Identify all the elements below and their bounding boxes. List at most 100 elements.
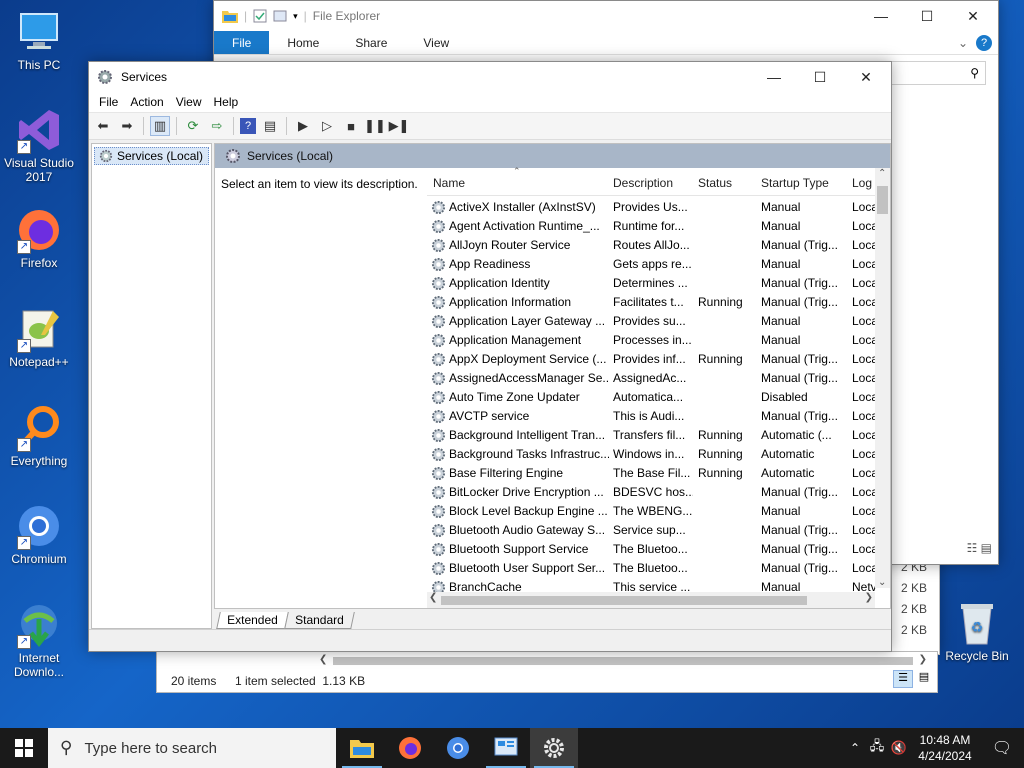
column-log-on-as[interactable]: Log	[852, 176, 872, 190]
network-icon[interactable]: 🖧	[866, 737, 888, 759]
refresh-icon[interactable]: ⟳	[183, 116, 203, 136]
desktop-icon-firefox[interactable]: ↗ Firefox	[0, 206, 78, 270]
desktop-icon-recycle-bin[interactable]: ♻ Recycle Bin	[940, 600, 1014, 663]
taskbar-firefox[interactable]	[386, 728, 434, 768]
scroll-thumb[interactable]	[441, 596, 807, 605]
desktop-icon-chromium[interactable]: ↗ Chromium	[0, 502, 78, 566]
forward-icon[interactable]: ➡	[117, 116, 137, 136]
close-button[interactable]: ✕	[843, 62, 889, 92]
close-button[interactable]: ✕	[950, 1, 996, 31]
table-row[interactable]: Application Layer Gateway ... Provides su…	[427, 312, 878, 331]
scroll-down-icon[interactable]: ⌄	[878, 577, 886, 588]
table-row[interactable]: ActiveX Installer (AxInstSV) Provides Us.…	[427, 198, 878, 217]
table-row[interactable]: Background Intelligent Tran... Transfers …	[427, 426, 878, 445]
start-button[interactable]	[0, 728, 48, 768]
taskbar-chromium[interactable]	[434, 728, 482, 768]
scroll-up-icon[interactable]: ⌃	[878, 168, 886, 179]
desktop-icon-label: This PC	[17, 58, 61, 72]
explorer-titlebar: | ▾ | File Explorer — ☐ ✕	[214, 1, 998, 31]
search-box[interactable]: ⚲	[886, 61, 986, 85]
clock[interactable]: 10:48 AM 4/24/2024	[910, 732, 980, 764]
show-hidden-icons-icon[interactable]: ⌃	[844, 741, 866, 755]
maximize-button[interactable]: ☐	[797, 62, 843, 92]
minimize-button[interactable]: —	[751, 62, 797, 92]
start-service-icon[interactable]: ▶	[293, 116, 313, 136]
desktop-icon-notepadpp[interactable]: ↗ Notepad++	[0, 305, 78, 369]
table-row[interactable]: Bluetooth Support Service The Bluetoo... M…	[427, 540, 878, 559]
table-row[interactable]: App Readiness Gets apps re... Manual Loca	[427, 255, 878, 274]
minimize-button[interactable]: —	[858, 1, 904, 31]
desktop-icon-visual-studio[interactable]: ↗ Visual Studio 2017	[0, 106, 78, 184]
cell-name: Block Level Backup Engine ...	[449, 504, 608, 518]
qat-dropdown-icon[interactable]: ▾	[293, 11, 298, 22]
explorer-hscroll[interactable]: ❮ ❯	[317, 654, 929, 668]
large-icons-view-button[interactable]: ▤	[915, 670, 933, 688]
back-icon[interactable]: ⬅	[93, 116, 113, 136]
ribbon-expand-icon[interactable]: ⌄	[958, 31, 976, 54]
scroll-right-icon[interactable]: ❯	[919, 654, 927, 665]
scroll-thumb[interactable]	[877, 186, 888, 214]
menu-help[interactable]: Help	[208, 95, 245, 109]
tab-extended[interactable]: Extended	[216, 611, 289, 629]
taskbar-search[interactable]: ⚲ Type here to search	[48, 728, 336, 768]
notifications-icon[interactable]: 🗨	[980, 738, 1024, 758]
table-row[interactable]: AppX Deployment Service (... Provides inf…	[427, 350, 878, 369]
scroll-thumb[interactable]	[333, 657, 913, 665]
console-tree-icon[interactable]: ▥	[150, 116, 170, 136]
new-folder-icon[interactable]	[273, 9, 287, 23]
scroll-right-icon[interactable]: ❯	[865, 592, 873, 603]
desktop-icon-internet-download[interactable]: ↗ Internet Downlo...	[0, 601, 78, 679]
table-row[interactable]: Block Level Backup Engine ... The WBENG..…	[427, 502, 878, 521]
table-row[interactable]: Agent Activation Runtime_... Runtime for.…	[427, 217, 878, 236]
volume-muted-icon[interactable]: 🔇	[888, 740, 910, 756]
horizontal-scrollbar[interactable]: ❮ ❯	[427, 592, 875, 608]
taskbar-file-explorer[interactable]	[338, 728, 386, 768]
start-service-alt-icon[interactable]: ▷	[317, 116, 337, 136]
taskbar-services[interactable]	[530, 728, 578, 768]
table-row[interactable]: Bluetooth Audio Gateway S... Service sup.…	[427, 521, 878, 540]
details-view-button[interactable]: ☰	[893, 670, 913, 688]
table-row[interactable]: BitLocker Drive Encryption ... BDESVC hos…	[427, 483, 878, 502]
properties-icon[interactable]: ▤	[260, 116, 280, 136]
scroll-left-icon[interactable]: ❮	[319, 654, 327, 665]
table-row[interactable]: Bluetooth User Support Ser... The Bluetoo…	[427, 559, 878, 578]
stop-service-icon[interactable]: ■	[341, 116, 361, 136]
tab-share[interactable]: Share	[337, 31, 405, 54]
menu-action[interactable]: Action	[124, 95, 169, 109]
taskbar-control-panel[interactable]	[482, 728, 530, 768]
menu-file[interactable]: File	[93, 95, 124, 109]
column-status[interactable]: Status	[698, 176, 732, 190]
table-row[interactable]: Application Information Facilitates t... R…	[427, 293, 878, 312]
desktop-icon-this-pc[interactable]: This PC	[0, 8, 78, 72]
menu-view[interactable]: View	[170, 95, 208, 109]
vertical-scrollbar[interactable]: ⌃ ⌄	[875, 168, 890, 588]
column-startup-type[interactable]: Startup Type	[761, 176, 829, 190]
maximize-button[interactable]: ☐	[904, 1, 950, 31]
help-icon[interactable]: ?	[240, 118, 256, 134]
cell-description: The Base Fil...	[613, 466, 691, 480]
export-list-icon[interactable]: ⇨	[207, 116, 227, 136]
table-row[interactable]: Background Tasks Infrastruc... Windows in…	[427, 445, 878, 464]
table-row[interactable]: Application Management Processes in... Man…	[427, 331, 878, 350]
help-icon[interactable]: ?	[976, 35, 992, 51]
view-toggle[interactable]: ☷ ▤	[967, 541, 992, 555]
properties-icon[interactable]	[253, 9, 267, 23]
table-row[interactable]: Auto Time Zone Updater Automatica... Disab…	[427, 388, 878, 407]
tree-item-services-local[interactable]: Services (Local)	[94, 147, 209, 165]
cell-startup-type: Manual (Trig...	[761, 485, 838, 499]
table-row[interactable]: AVCTP service This is Audi... Manual (Trig…	[427, 407, 878, 426]
column-name[interactable]: Name	[433, 176, 465, 190]
tab-standard[interactable]: Standard	[283, 611, 355, 629]
tab-view[interactable]: View	[405, 31, 467, 54]
tab-file[interactable]: File	[214, 31, 270, 54]
tab-home[interactable]: Home	[269, 31, 337, 54]
table-row[interactable]: AssignedAccessManager Se... AssignedAc...…	[427, 369, 878, 388]
column-description[interactable]: Description	[613, 176, 673, 190]
scroll-left-icon[interactable]: ❮	[429, 592, 437, 603]
table-row[interactable]: AllJoyn Router Service Routes AllJo... Man…	[427, 236, 878, 255]
restart-service-icon[interactable]: ▶❚	[389, 116, 410, 136]
desktop-icon-everything[interactable]: ↗ Everything	[0, 404, 78, 468]
pause-service-icon[interactable]: ❚❚	[364, 116, 386, 136]
table-row[interactable]: Base Filtering Engine The Base Fil... Runn…	[427, 464, 878, 483]
table-row[interactable]: Application Identity Determines ... Manual…	[427, 274, 878, 293]
